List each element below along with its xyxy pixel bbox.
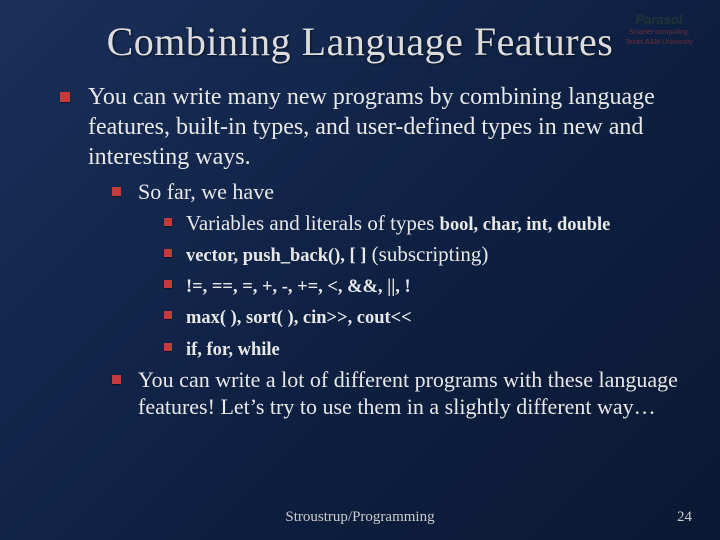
bullet-control: if, for, while — [164, 335, 680, 361]
bullet-types: Variables and literals of types bool, ch… — [164, 210, 680, 236]
types-text: Variables and literals of types — [186, 211, 440, 235]
bullet-intro: You can write many new programs by combi… — [60, 82, 680, 421]
slide-body: You can write many new programs by combi… — [60, 82, 680, 429]
page-number: 24 — [677, 509, 692, 526]
logo-tagline-2: Texas A&M University — [616, 39, 702, 47]
operators-code: !=, ==, =, +, -, +=, <, &&, ||, ! — [186, 276, 411, 296]
bullet-io: max( ), sort( ), cin>>, cout<< — [164, 303, 680, 329]
footer-center: Stroustrup/Programming — [0, 509, 720, 526]
slide: Combining Language Features Parasol Smar… — [0, 0, 720, 540]
logo-tagline-1: Smarter computing. — [616, 29, 702, 37]
parasol-logo: Parasol Smarter computing. Texas A&M Uni… — [616, 12, 702, 46]
vector-text: (subscripting) — [366, 242, 488, 266]
bullet-operators: !=, ==, =, +, -, +=, <, &&, ||, ! — [164, 272, 680, 298]
io-code: max( ), sort( ), cin>>, cout<< — [186, 307, 412, 327]
bullet-vector: vector, push_back(), [ ] (subscripting) — [164, 241, 680, 267]
closing-text: You can write a lot of different program… — [138, 367, 678, 420]
types-code: bool, char, int, double — [440, 214, 611, 234]
vector-code: vector, push_back(), [ ] — [186, 245, 366, 265]
logo-text: Parasol — [616, 12, 702, 27]
bullet-sofar: So far, we have Variables and literals o… — [112, 178, 680, 361]
bullet-closing: You can write a lot of different program… — [112, 366, 680, 421]
slide-title: Combining Language Features — [0, 18, 720, 65]
control-code: if, for, while — [186, 339, 280, 359]
intro-text: You can write many new programs by combi… — [88, 84, 655, 170]
sofar-text: So far, we have — [138, 179, 274, 204]
